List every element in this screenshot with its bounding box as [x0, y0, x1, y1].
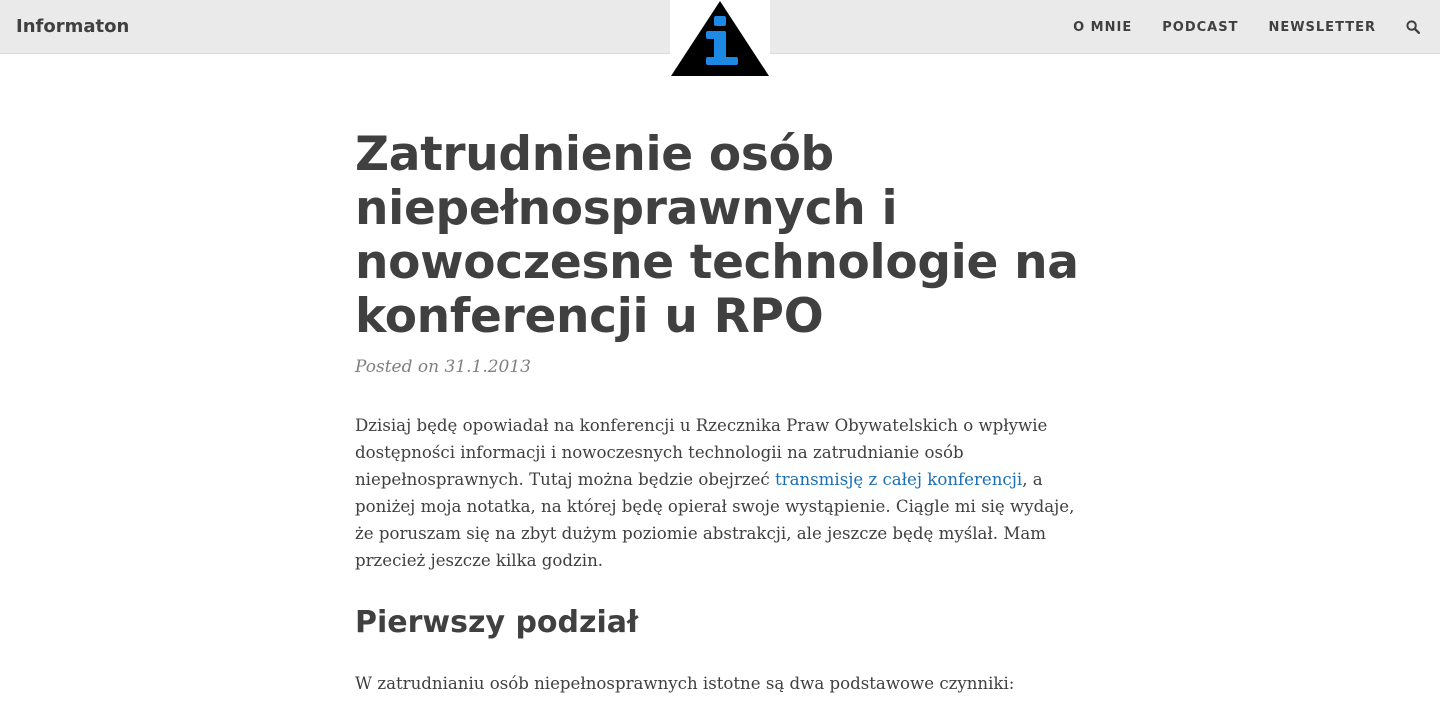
search-icon: [1406, 20, 1420, 34]
broadcast-link[interactable]: transmisję z całej konferencji: [775, 470, 1022, 489]
article: Zatrudnienie osób niepełnosprawnych i no…: [355, 128, 1095, 697]
brand-link[interactable]: Informaton: [16, 16, 129, 38]
post-title: Zatrudnienie osób niepełnosprawnych i no…: [355, 127, 1079, 344]
main-nav: O MNIE PODCAST NEWSLETTER: [1043, 0, 1422, 54]
search-button[interactable]: [1404, 18, 1422, 36]
site-logo[interactable]: [670, 0, 770, 78]
info-triangle-icon: [671, 1, 769, 76]
intro-paragraph: Dzisiaj będę opowiadał na konferencji u …: [355, 412, 1095, 574]
section-heading: Pierwszy podział: [355, 605, 639, 640]
nav-link-o-mnie[interactable]: O MNIE: [1073, 20, 1132, 35]
nav-link-podcast[interactable]: PODCAST: [1162, 20, 1238, 35]
section-paragraph: W zatrudnianiu osób niepełnosprawnych is…: [355, 674, 1015, 693]
nav-link-newsletter[interactable]: NEWSLETTER: [1268, 20, 1376, 35]
post-date: Posted on 31.1.2013: [355, 357, 531, 377]
